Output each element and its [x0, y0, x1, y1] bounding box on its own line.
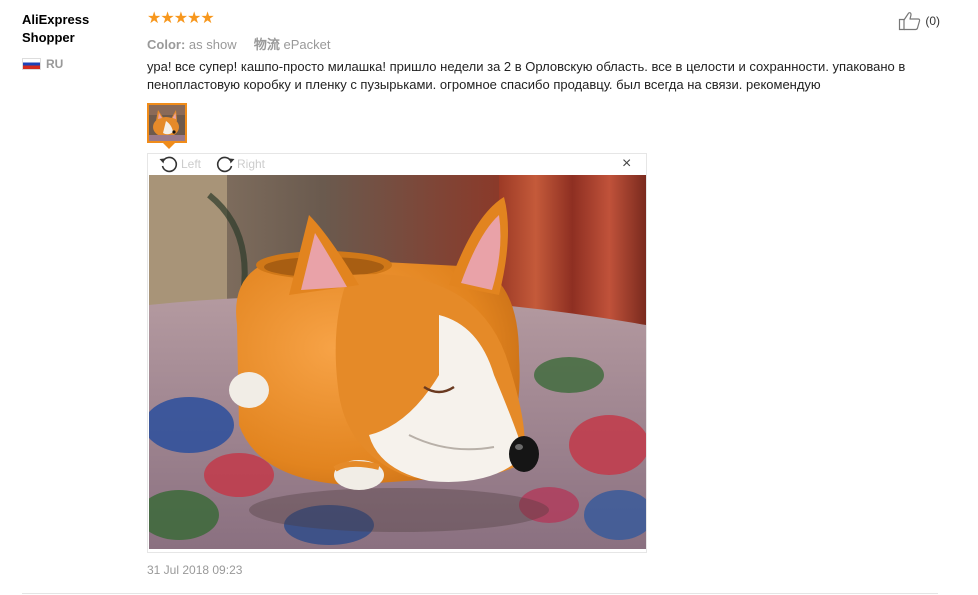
reviewer-country: RU: [22, 57, 63, 71]
star-rating: ★★★★★: [147, 10, 215, 27]
shipping-label: 物流: [253, 37, 280, 52]
shipping-value: ePacket: [283, 37, 331, 52]
reviewer-name: AliExpress Shopper: [22, 12, 90, 45]
photo-viewer: Left Right ×: [147, 153, 647, 553]
order-info: Color: as show 物流 ePacket: [147, 34, 330, 53]
review-photo: [149, 175, 646, 549]
rotate-left-icon: [159, 156, 178, 173]
review-divider: [22, 593, 938, 594]
color-value: as show: [188, 37, 237, 52]
color-label: Color:: [147, 37, 186, 52]
review-date: 31 Jul 2018 09:23: [147, 563, 243, 577]
rotate-right-icon: [216, 156, 235, 173]
rotate-left-label: Left: [181, 157, 202, 171]
review-text: ура! все супер! кашпо-просто милашка! пр…: [147, 59, 906, 92]
viewer-toolbar: Left Right ×: [148, 154, 646, 174]
rotate-right-button[interactable]: Right: [214, 154, 265, 174]
helpful-button[interactable]: (0): [898, 11, 940, 31]
corgi-thumbnail-image: [149, 105, 185, 141]
review-photo-thumbnail[interactable]: [147, 103, 187, 143]
rotate-right-label: Right: [237, 157, 266, 171]
helpful-count: (0): [925, 14, 940, 28]
thumbs-up-icon: [899, 12, 921, 31]
rotate-left-button[interactable]: Left: [158, 154, 201, 174]
country-code: RU: [46, 57, 64, 71]
close-icon[interactable]: ×: [622, 155, 631, 173]
thumbnail-pointer: [163, 143, 175, 149]
flag-ru-icon: [22, 58, 41, 70]
